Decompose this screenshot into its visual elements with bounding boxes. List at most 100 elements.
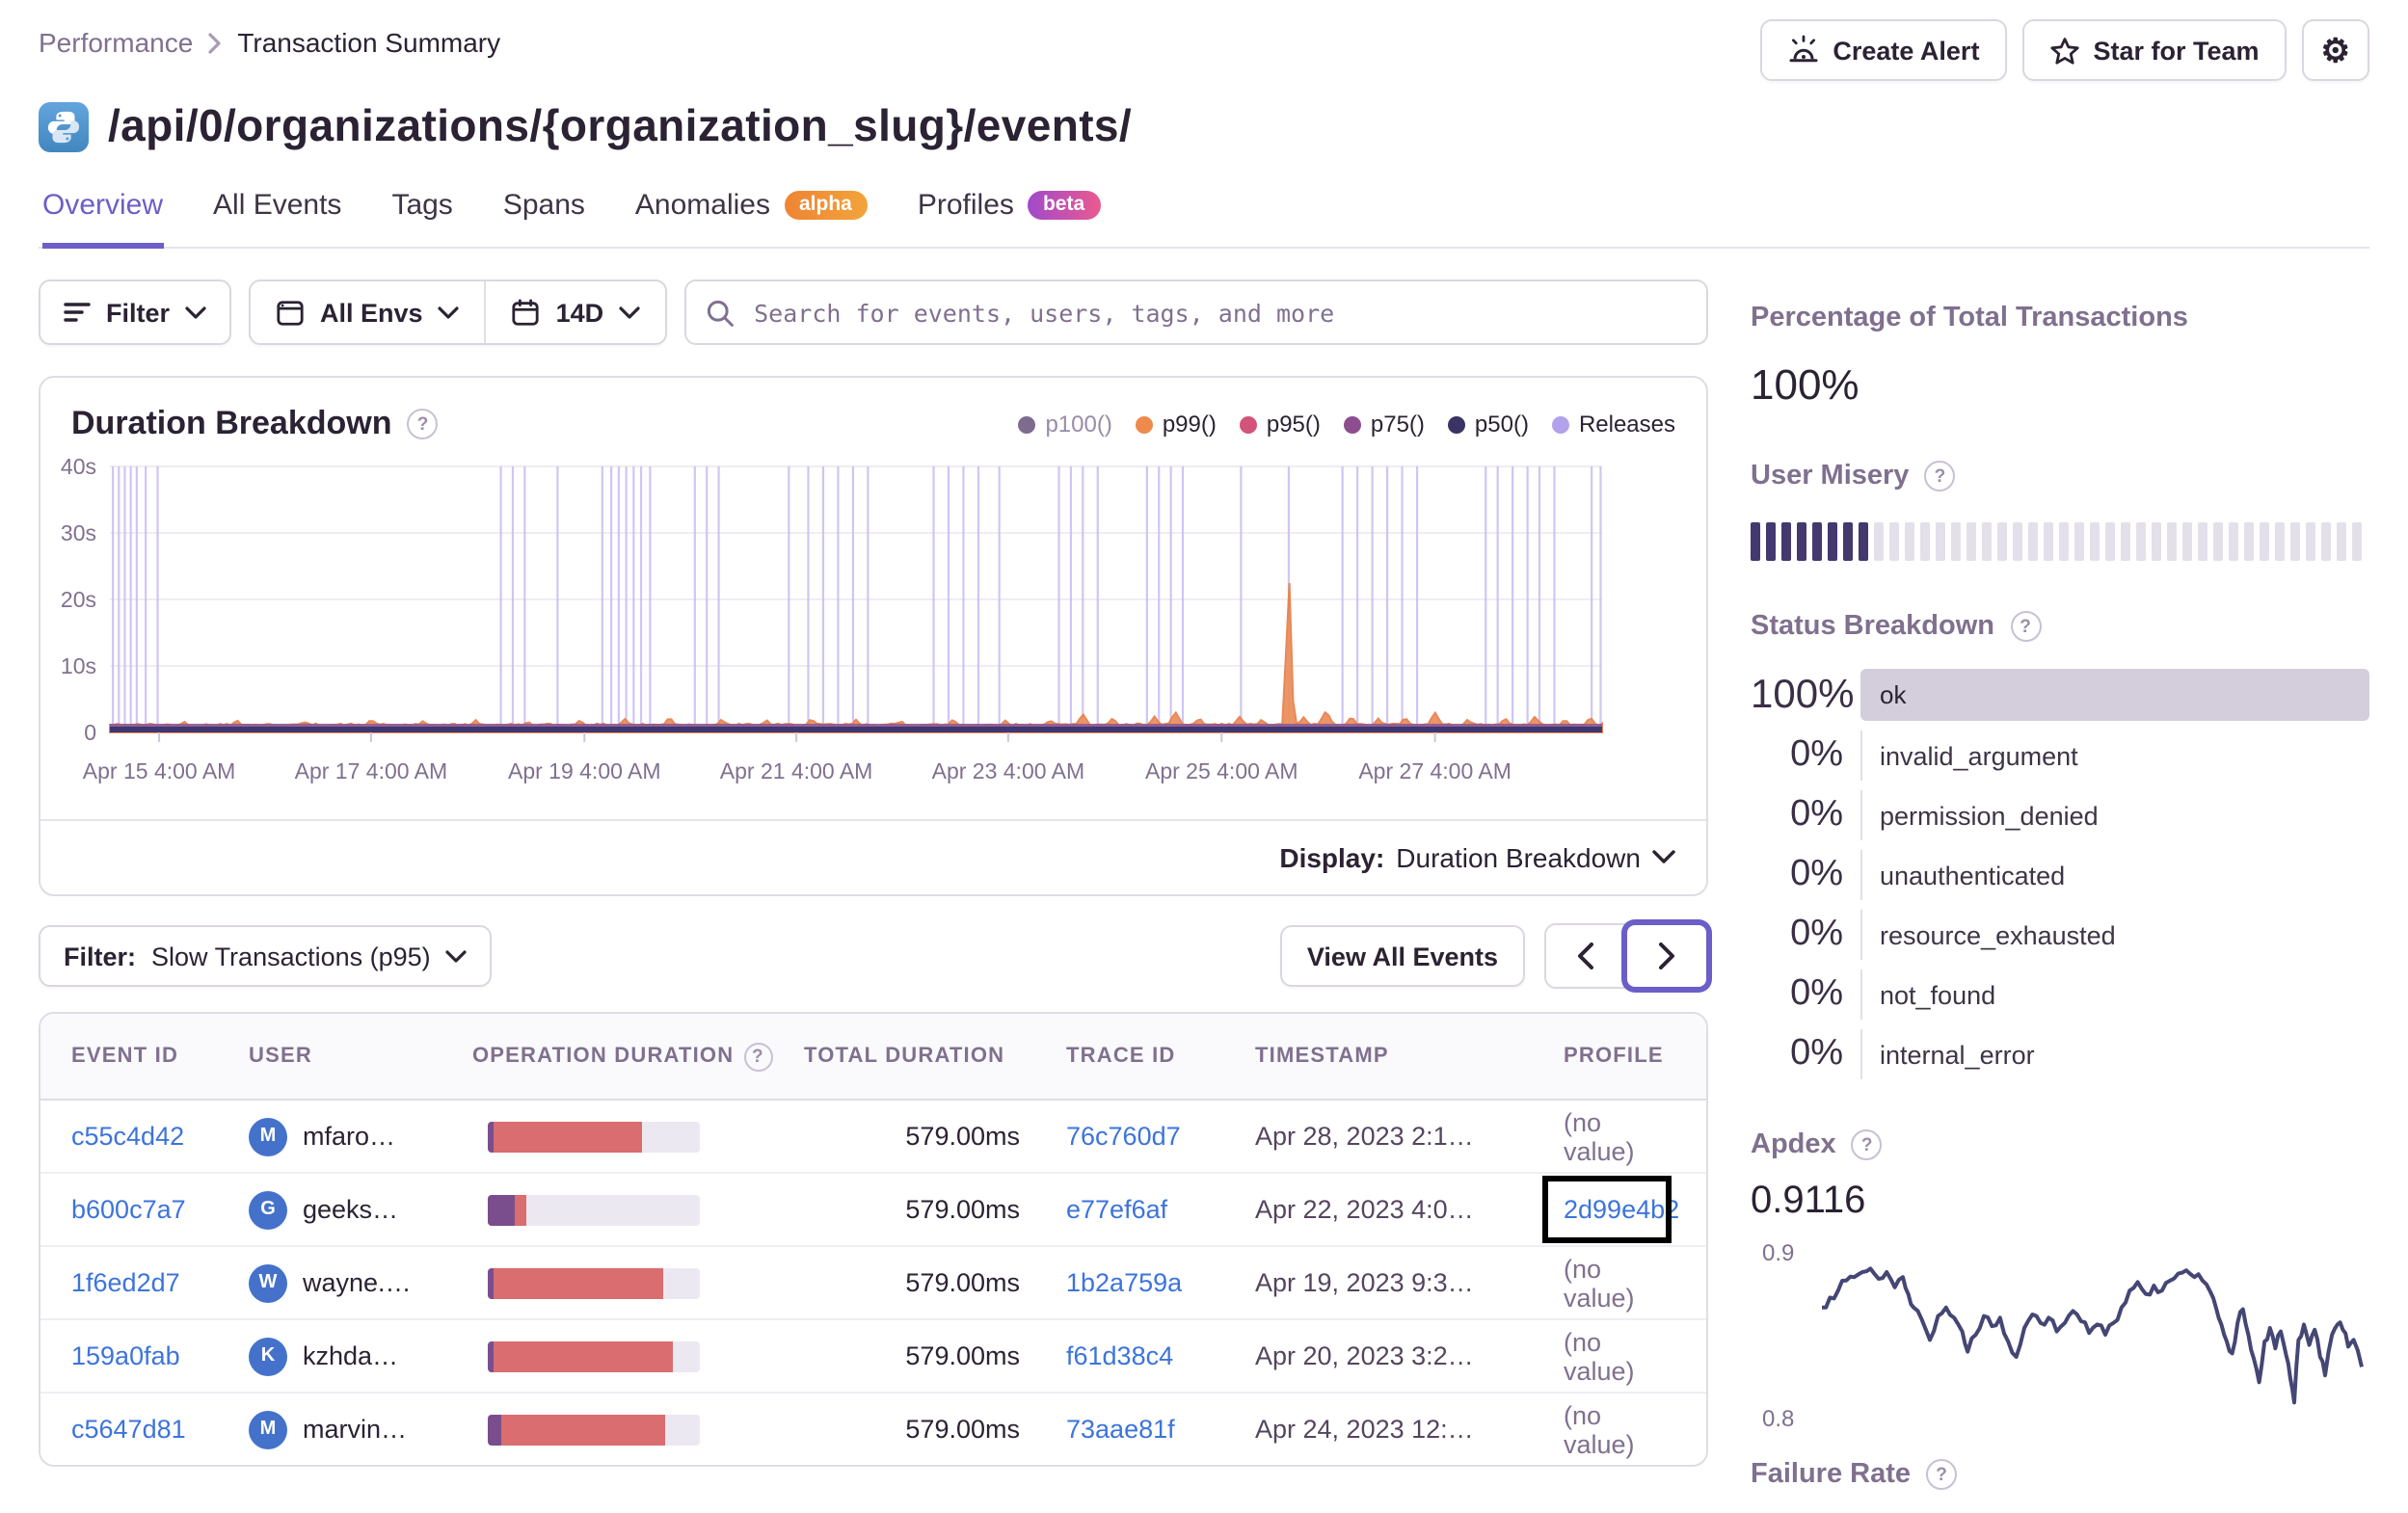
tab-spans[interactable]: Spans: [503, 181, 585, 249]
tab-profiles[interactable]: Profiles beta: [918, 181, 1101, 249]
sidebar: Percentage of Total Transactions 100% Us…: [1751, 279, 2369, 1513]
date-range-selector[interactable]: 14D: [484, 281, 666, 343]
settings-button[interactable]: ⚙: [2301, 19, 2369, 81]
help-icon[interactable]: ?: [743, 1042, 773, 1071]
breadcrumb-performance[interactable]: Performance: [39, 27, 193, 58]
next-page-button[interactable]: [1627, 925, 1706, 987]
column-header-user[interactable]: USER: [249, 1045, 472, 1068]
user-name: marvin…: [303, 1415, 408, 1444]
table-row: b600c7a7 Ggeeks… 579.00ms e77ef6af Apr 22, 2…: [40, 1174, 1706, 1247]
column-header-total-duration[interactable]: TOTAL DURATION: [804, 1045, 1066, 1068]
column-header-event-id[interactable]: EVENT ID: [71, 1045, 249, 1068]
filter-dropdown[interactable]: Filter: [39, 279, 232, 345]
column-header-label: TOTAL DURATION: [804, 1045, 1005, 1068]
status-label: resource_exhausted: [1880, 920, 2116, 949]
star-for-team-button[interactable]: Star for Team: [2021, 19, 2287, 81]
table-row: 159a0fab Kkzhda… 579.00ms f61d38c4 Apr 20, 2…: [40, 1320, 1706, 1394]
calendar-icon: [513, 298, 540, 325]
legend-label: p100(): [1045, 411, 1112, 438]
help-icon[interactable]: ?: [407, 409, 439, 439]
help-icon[interactable]: ?: [1926, 1459, 1957, 1490]
legend-item-p50[interactable]: p50(): [1447, 411, 1529, 438]
legend-label: p99(): [1162, 411, 1217, 438]
legend-item-releases[interactable]: Releases: [1551, 411, 1675, 438]
status-bar: ok: [1860, 669, 2369, 721]
svg-text:Apr 23 4:00 AM: Apr 23 4:00 AM: [932, 758, 1085, 783]
column-header-label: PROFILE: [1564, 1045, 1664, 1068]
status-row-permission_denied: 0% permission_denied: [1751, 790, 2369, 840]
event-id-link[interactable]: 159a0fab: [71, 1341, 180, 1370]
operation-duration-bar[interactable]: [488, 1121, 700, 1152]
column-header-operation-duration[interactable]: OPERATION DURATION?: [472, 1042, 804, 1071]
create-alert-button[interactable]: Create Alert: [1759, 19, 2007, 81]
previous-page-button[interactable]: [1546, 925, 1627, 987]
operation-duration-bar[interactable]: [488, 1414, 700, 1445]
legend-dot: [1135, 415, 1153, 433]
legend-item-p100[interactable]: p100(): [1018, 411, 1112, 438]
op-duration-p75-segment: [488, 1267, 495, 1298]
duration-breakdown-card: Duration Breakdown ? p100() p99() p95() p75…: [39, 376, 1708, 896]
display-label: Display:: [1279, 842, 1385, 873]
chevron-down-icon: [1652, 850, 1675, 863]
trace-id-link[interactable]: 73aae81f: [1066, 1415, 1175, 1444]
help-icon[interactable]: ?: [2010, 611, 2041, 642]
column-header-label: TRACE ID: [1066, 1045, 1176, 1068]
column-header-label: USER: [249, 1045, 312, 1068]
timestamp: Apr 28, 2023 2:1…: [1255, 1122, 1474, 1151]
event-id-link[interactable]: b600c7a7: [71, 1195, 186, 1224]
timestamp: Apr 24, 2023 12:…: [1255, 1415, 1474, 1444]
tab-overview[interactable]: Overview: [42, 181, 164, 249]
operation-duration-bar[interactable]: [488, 1267, 700, 1298]
tab-all-events[interactable]: All Events: [213, 181, 341, 249]
status-percentage: 100%: [1751, 672, 1855, 716]
avatar: M: [249, 1117, 287, 1155]
search-bar[interactable]: [684, 279, 1708, 345]
user-misery-bar[interactable]: [1751, 522, 2369, 561]
trace-id-link[interactable]: 1b2a759a: [1066, 1268, 1182, 1297]
event-id-link[interactable]: c5647d81: [71, 1415, 186, 1444]
svg-text:Apr 21 4:00 AM: Apr 21 4:00 AM: [720, 758, 873, 783]
transaction-filter-dropdown[interactable]: Filter: Slow Transactions (p95): [39, 925, 493, 987]
legend-item-p75[interactable]: p75(): [1343, 411, 1425, 438]
tab-label: Overview: [42, 189, 164, 222]
tab-anomalies[interactable]: Anomalies alpha: [635, 181, 868, 249]
view-all-events-button[interactable]: View All Events: [1279, 925, 1525, 987]
profile-link[interactable]: 2d99e4b2: [1564, 1195, 1679, 1224]
user-misery-title: User Misery: [1751, 461, 1910, 491]
events-table-header: EVENT ID USER OPERATION DURATION? TOTAL DUR…: [40, 1014, 1706, 1101]
column-header-timestamp[interactable]: TIMESTAMP: [1255, 1045, 1564, 1068]
status-bar: unauthenticated: [1860, 850, 2369, 900]
main-column: Filter All Envs 14D Search for events, u…: [39, 279, 1708, 1467]
events-toolbar: Filter: Slow Transactions (p95) View All…: [39, 923, 1708, 989]
breadcrumb-current: Transaction Summary: [237, 27, 501, 58]
status-ok-bar[interactable]: ok: [1860, 669, 2369, 721]
search-input[interactable]: [750, 296, 1687, 329]
help-icon[interactable]: ?: [1851, 1129, 1883, 1160]
misery-tick: [2275, 522, 2285, 561]
display-dropdown[interactable]: Display: Duration Breakdown: [40, 819, 1706, 894]
misery-tick: [2198, 522, 2207, 561]
tab-tags[interactable]: Tags: [391, 181, 452, 249]
column-header-trace-id[interactable]: TRACE ID: [1066, 1045, 1255, 1068]
column-header-profile[interactable]: PROFILE: [1564, 1045, 1675, 1068]
misery-tick: [1751, 522, 1760, 561]
operation-duration-bar[interactable]: [488, 1194, 700, 1225]
legend-item-p99[interactable]: p99(): [1135, 411, 1217, 438]
trace-id-link[interactable]: e77ef6af: [1066, 1195, 1167, 1224]
trace-id-link[interactable]: f61d38c4: [1066, 1341, 1173, 1370]
total-transactions-title: Percentage of Total Transactions: [1751, 303, 2188, 333]
tab-label: Spans: [502, 189, 585, 222]
event-id-link[interactable]: c55c4d42: [71, 1122, 184, 1151]
legend-dot: [1343, 415, 1361, 433]
status-row-unauthenticated: 0% unauthenticated: [1751, 850, 2369, 900]
chevron-down-icon: [619, 305, 640, 318]
trace-id-link[interactable]: 76c760d7: [1066, 1122, 1181, 1151]
event-id-link[interactable]: 1f6ed2d7: [71, 1268, 180, 1297]
help-icon[interactable]: ?: [1924, 461, 1956, 491]
operation-duration-bar[interactable]: [488, 1340, 700, 1371]
legend-item-p95[interactable]: p95(): [1239, 411, 1321, 438]
duration-breakdown-chart[interactable]: 40s 30s 20s 10s 0 Apr 15 4:00 AM Apr 17 4:00 A…: [40, 451, 1706, 819]
environment-selector[interactable]: All Envs: [251, 281, 485, 343]
tab-label: Tags: [391, 189, 453, 222]
misery-tick: [2213, 522, 2223, 561]
